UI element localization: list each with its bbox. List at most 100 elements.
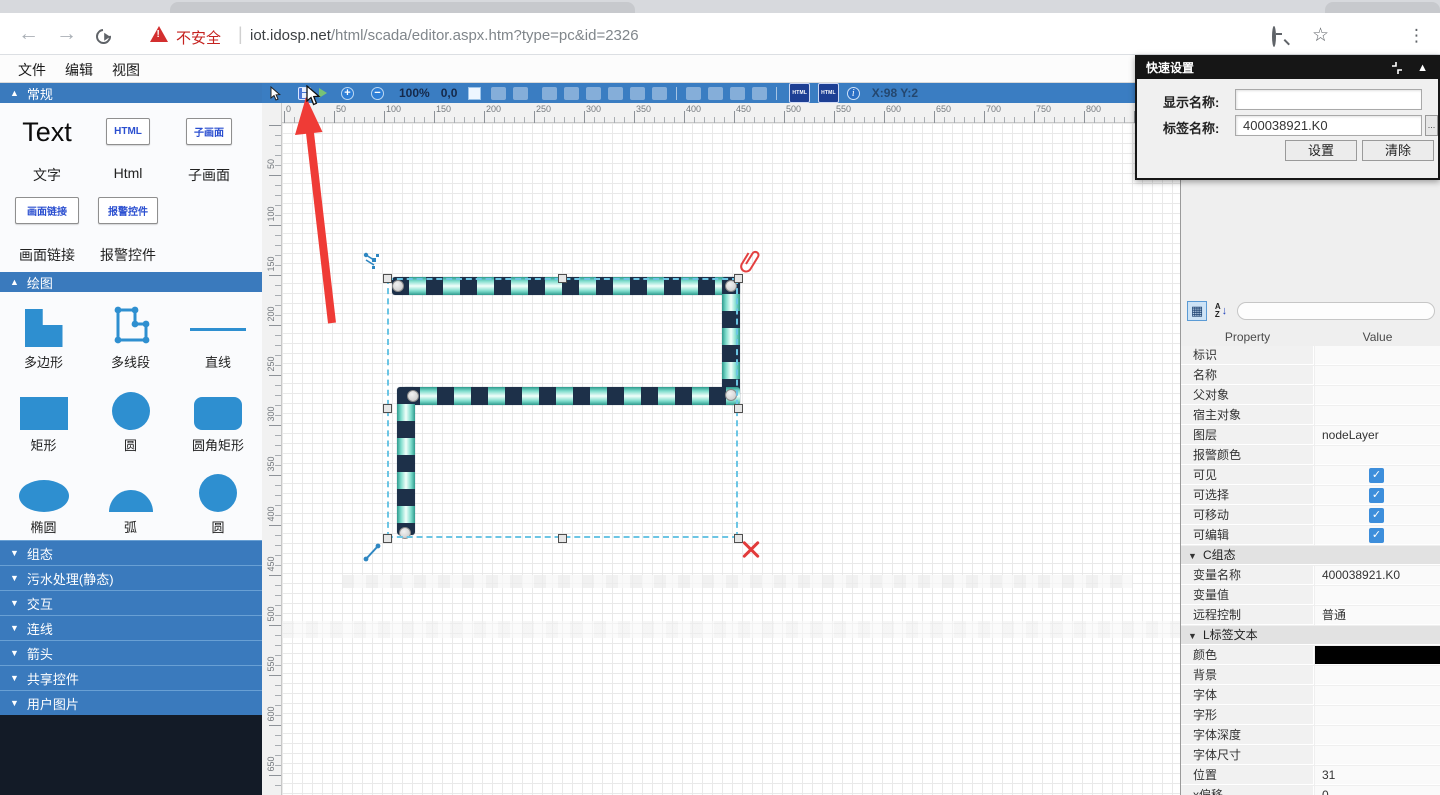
property-row[interactable]: 图层nodeLayer <box>1181 426 1440 446</box>
resize-handle-w[interactable] <box>383 404 392 413</box>
property-row[interactable]: 远程控制普通 <box>1181 606 1440 626</box>
property-row[interactable]: 可选择✓ <box>1181 486 1440 506</box>
zoom-in-button[interactable]: + <box>341 83 354 103</box>
info-button[interactable]: i <box>847 83 860 103</box>
property-row[interactable]: 可移动✓ <box>1181 506 1440 526</box>
section-header-zutai[interactable]: ▼ 组态 <box>0 540 262 565</box>
palette-item-ellipse[interactable]: 椭圆 <box>0 458 87 540</box>
palette-item-rounded-rect[interactable]: 圆角矩形 <box>174 375 262 458</box>
select-cursor-tool[interactable] <box>270 83 282 103</box>
menu-view[interactable]: 视图 <box>112 60 140 80</box>
palette-item-line[interactable]: 直线 <box>174 292 262 375</box>
section-header-general[interactable]: ▲ 常规 <box>0 83 262 103</box>
resize-handle-e[interactable] <box>734 404 743 413</box>
browser-menu-icon[interactable]: ⋮ <box>1408 25 1425 49</box>
resize-handle-n[interactable] <box>558 274 567 283</box>
palette-item-html[interactable]: HTML <box>106 118 150 145</box>
property-row[interactable]: 字体尺寸 <box>1181 746 1440 766</box>
property-section-row[interactable]: ▼C组态 <box>1181 546 1440 566</box>
collapse-up-icon[interactable]: ▲ <box>1417 62 1428 74</box>
section-header-sewage[interactable]: ▼ 污水处理(静态) <box>0 565 262 590</box>
property-row[interactable]: 变量值 <box>1181 586 1440 606</box>
back-icon[interactable]: ← <box>18 22 39 46</box>
resize-handle-nw[interactable] <box>383 274 392 283</box>
property-row[interactable]: 字体深度 <box>1181 726 1440 746</box>
property-row[interactable]: 宿主对象 <box>1181 406 1440 426</box>
design-canvas[interactable] <box>282 123 1180 795</box>
palette-item-arc[interactable]: 弧 <box>87 458 174 540</box>
property-row[interactable]: 报警颜色 <box>1181 446 1440 466</box>
categorized-view-icon[interactable]: ▦ <box>1187 301 1207 321</box>
palette-item-circle2[interactable]: 圆 <box>174 458 262 540</box>
tag-name-input[interactable] <box>1235 115 1422 136</box>
property-row[interactable]: 背景 <box>1181 666 1440 686</box>
html-export-button[interactable]: HTML <box>789 83 810 103</box>
property-row[interactable]: 可见✓ <box>1181 466 1440 486</box>
browser-tab[interactable] <box>170 2 635 13</box>
palette-item-alarm-control[interactable]: 报警控件 <box>98 197 158 224</box>
property-row[interactable]: 字体 <box>1181 686 1440 706</box>
display-name-input[interactable] <box>1235 89 1422 110</box>
draw-line-icon[interactable] <box>362 541 384 568</box>
checkbox-checked[interactable]: ✓ <box>1369 488 1384 503</box>
property-row-partial[interactable]: x偏移0 <box>1181 786 1440 795</box>
browser-tab[interactable] <box>1325 2 1440 13</box>
menu-edit[interactable]: 编辑 <box>65 60 93 80</box>
palette-item-subscreen[interactable]: 子画面 <box>186 118 232 145</box>
section-header-user-images[interactable]: ▼ 用户图片 <box>0 690 262 715</box>
section-header-interaction[interactable]: ▼ 交互 <box>0 590 262 615</box>
clear-button[interactable]: 清除 <box>1362 140 1434 161</box>
checkbox-checked[interactable]: ✓ <box>1369 468 1384 483</box>
resize-handle-s[interactable] <box>558 534 567 543</box>
property-row[interactable]: 可编辑✓ <box>1181 526 1440 546</box>
h-ruler-label: 150 <box>436 104 451 114</box>
property-row[interactable]: 父对象 <box>1181 386 1440 406</box>
palette-item-screen-link[interactable]: 画面链接 <box>15 197 79 224</box>
property-row[interactable]: 标识 <box>1181 346 1440 366</box>
run-button[interactable] <box>319 83 327 103</box>
palette-item-rectangle[interactable]: 矩形 <box>0 375 87 458</box>
url-text[interactable]: iot.idosp.net/html/scada/editor.aspx.htm… <box>250 27 639 44</box>
toolbar-separator <box>676 87 677 100</box>
edit-nodes-icon[interactable] <box>362 251 382 276</box>
forward-icon[interactable]: → <box>56 22 77 46</box>
browse-tags-button[interactable]: ... <box>1425 115 1438 136</box>
palette-item-polyline[interactable]: 多线段 <box>87 292 174 375</box>
section-header-draw[interactable]: ▲ 绘图 <box>0 272 262 292</box>
v-ruler-label: 150 <box>266 250 276 278</box>
security-warning-text[interactable]: 不安全 <box>176 27 221 48</box>
property-row[interactable]: 颜色 <box>1181 646 1440 666</box>
save-button[interactable] <box>298 83 311 103</box>
property-toolbar: ▦ AZ↓ <box>1181 300 1440 326</box>
bookmark-star-icon[interactable]: ☆ <box>1312 25 1329 49</box>
property-section-row[interactable]: ▼L标签文本 <box>1181 626 1440 646</box>
property-panel: ▦ AZ↓ Property Value 标识 名称 父对象 宿主对象 图层no… <box>1180 83 1440 795</box>
section-header-shared-controls[interactable]: ▼ 共享控件 <box>0 665 262 690</box>
color-swatch-black[interactable] <box>1315 646 1440 665</box>
property-row[interactable]: 位置31 <box>1181 766 1440 786</box>
dock-icon[interactable] <box>1390 61 1404 80</box>
checkbox-checked[interactable]: ✓ <box>1369 508 1384 523</box>
reload-icon[interactable] <box>96 26 111 50</box>
html-preview-button[interactable]: HTML <box>818 83 839 103</box>
palette-item-circle[interactable]: 圆 <box>87 375 174 458</box>
property-row[interactable]: 变量名称400038921.K0 <box>1181 566 1440 586</box>
link-paperclip-icon[interactable] <box>740 249 760 278</box>
palette-item-polygon[interactable]: 多边形 <box>0 292 87 375</box>
delete-x-icon[interactable] <box>741 539 761 559</box>
palette-item-text[interactable]: Text <box>14 117 80 148</box>
section-header-arrow[interactable]: ▼ 箭头 <box>0 640 262 665</box>
zoom-indicator-icon[interactable] <box>1272 28 1276 52</box>
set-button[interactable]: 设置 <box>1285 140 1357 161</box>
zoom-out-button[interactable]: − <box>371 83 384 103</box>
section-header-connection[interactable]: ▼ 连线 <box>0 615 262 640</box>
property-filter-input[interactable] <box>1237 302 1435 320</box>
security-warning-icon[interactable] <box>150 26 168 42</box>
menu-file[interactable]: 文件 <box>18 60 46 80</box>
property-row[interactable]: 名称 <box>1181 366 1440 386</box>
property-row[interactable]: 字形 <box>1181 706 1440 726</box>
resize-handle-sw[interactable] <box>383 534 392 543</box>
checkbox-checked[interactable]: ✓ <box>1369 528 1384 543</box>
canvas-settings-button[interactable] <box>468 83 481 103</box>
sort-az-icon[interactable]: AZ↓ <box>1211 301 1231 321</box>
